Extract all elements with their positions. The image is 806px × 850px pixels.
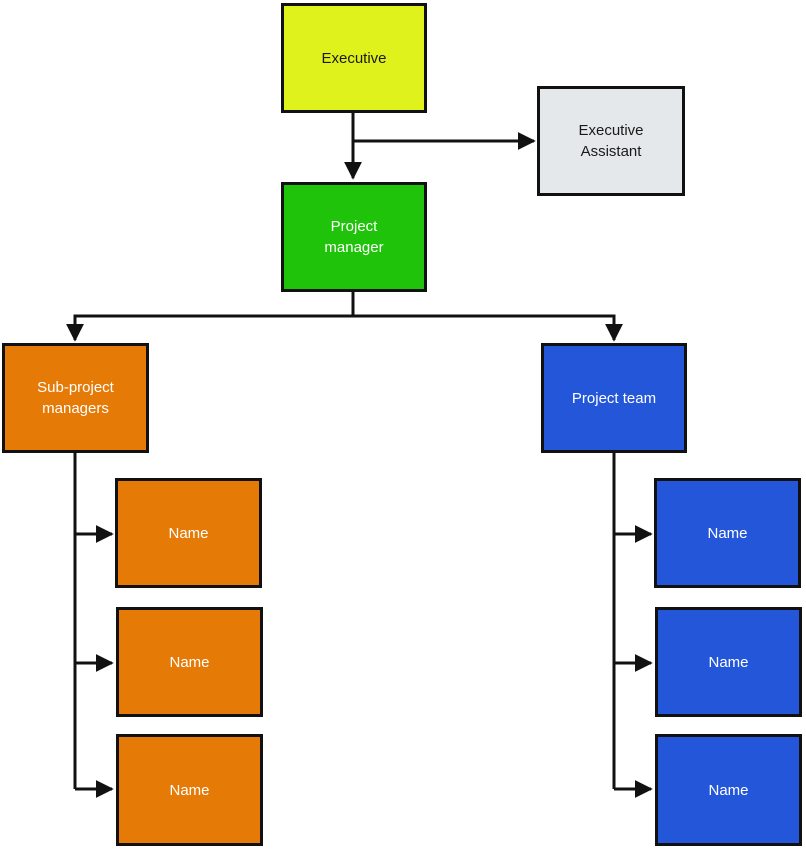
node-sub-name[interactable]: Name bbox=[116, 607, 263, 717]
connector-manager-to-sub bbox=[66, 314, 353, 342]
connector-manager-to-team bbox=[353, 314, 623, 342]
node-executive[interactable]: Executive bbox=[281, 3, 427, 113]
node-project-team[interactable]: Project team bbox=[541, 343, 687, 453]
node-project-manager[interactable]: Project manager bbox=[281, 182, 427, 292]
node-team-name[interactable]: Name bbox=[654, 478, 801, 588]
node-team-name[interactable]: Name bbox=[655, 734, 802, 846]
node-team-name[interactable]: Name bbox=[655, 607, 802, 717]
node-sub-name[interactable]: Name bbox=[115, 478, 262, 588]
node-executive-assistant[interactable]: Executive Assistant bbox=[537, 86, 685, 196]
node-sub-name[interactable]: Name bbox=[116, 734, 263, 846]
node-sub-project-managers[interactable]: Sub-project managers bbox=[2, 343, 149, 453]
